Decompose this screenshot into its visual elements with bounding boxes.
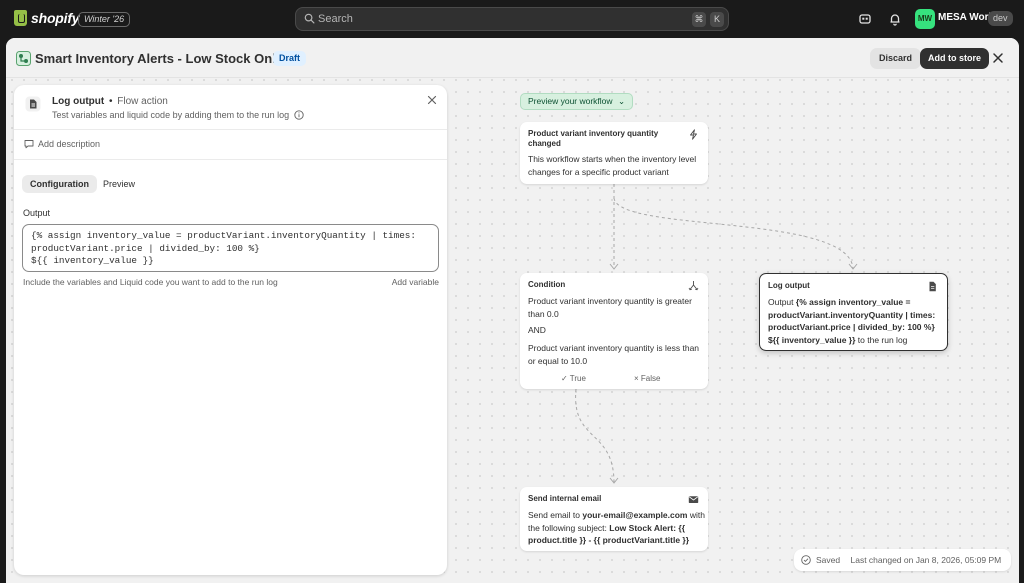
divider	[14, 129, 447, 130]
preview-workflow-button[interactable]: Preview your workflow ⌄	[520, 93, 634, 110]
condition-rule-2: Product variant inventory quantity is le…	[528, 343, 700, 366]
flow-editor: Smart Inventory Alerts - Low Stock Only …	[6, 38, 1019, 583]
condition-node[interactable]: Condition Product variant inventory quan…	[520, 273, 708, 389]
email-pre: Send email to	[528, 510, 580, 520]
email-address: your-email@example.com	[582, 510, 688, 520]
trigger-node[interactable]: Product variant inventory quantity chang…	[520, 122, 708, 184]
preview-workflow-label: Preview your workflow	[528, 96, 613, 106]
tab-preview[interactable]: Preview	[95, 175, 143, 193]
output-help-text: Include the variables and Liquid code yo…	[23, 277, 278, 287]
editor-header: Smart Inventory Alerts - Low Stock Only …	[6, 38, 1019, 78]
info-icon[interactable]	[294, 110, 304, 120]
dev-badge: dev	[988, 11, 1013, 26]
status-badge: Draft	[273, 51, 307, 66]
shortcut-key-k: K	[710, 12, 724, 27]
edition-badge: Winter '26	[78, 12, 131, 27]
divider	[14, 159, 447, 160]
document-icon	[929, 281, 936, 292]
add-description-label: Add description	[38, 139, 101, 149]
action-name: Log output	[52, 96, 105, 107]
log-node-title: Log output	[768, 281, 810, 290]
panel-subtitle-text: Test variables and liquid code by adding…	[52, 110, 290, 120]
sidekick-icon[interactable]	[858, 12, 872, 26]
email-node-title: Send internal email	[528, 494, 602, 503]
search-icon	[304, 13, 315, 24]
save-status-bar: Saved Last changed on Jan 8, 2026, 05:09…	[794, 549, 1012, 571]
shopify-logo[interactable]: shopify	[14, 10, 80, 26]
log-node-code: {% assign inventory_value = productVaria…	[768, 297, 936, 345]
chevron-down-icon: ⌄	[617, 96, 626, 106]
avatar[interactable]: MW	[915, 9, 935, 29]
condition-joiner: AND	[528, 325, 546, 335]
add-to-store-button[interactable]: Add to store	[920, 48, 989, 69]
discard-button[interactable]: Discard	[870, 48, 922, 69]
action-type: Flow action	[117, 96, 168, 107]
lightning-icon	[690, 129, 697, 140]
output-label: Output	[23, 208, 51, 218]
check-icon: ✓	[561, 374, 568, 383]
page-title: Smart Inventory Alerts - Low Stock Only	[35, 51, 284, 66]
log-output-node[interactable]: Log output Output {% assign inventory_va…	[759, 273, 948, 351]
document-icon	[25, 96, 41, 112]
flow-app-icon	[16, 51, 31, 66]
email-node-description: Send email to your-email@example.com wit…	[528, 509, 706, 547]
action-config-panel: Log output • Flow action Test variables …	[14, 85, 447, 575]
top-bar: shopify Winter '26 Search ⌘ K MW MESA Wo…	[0, 0, 1024, 38]
trigger-title: Product variant inventory quantity chang…	[528, 129, 659, 148]
tab-configuration[interactable]: Configuration	[22, 175, 97, 193]
bell-icon[interactable]	[888, 12, 902, 26]
add-variable-button[interactable]: Add variable	[392, 277, 439, 287]
log-node-suffix: to the run log	[857, 334, 908, 345]
false-label: False	[640, 374, 661, 383]
close-icon[interactable]	[992, 52, 1004, 64]
close-panel-icon[interactable]	[427, 95, 437, 105]
check-circle-icon	[801, 555, 811, 565]
true-label: True	[569, 374, 586, 383]
mail-icon	[688, 496, 699, 503]
add-description-button[interactable]: Add description	[24, 139, 100, 149]
panel-title: Log output • Flow action	[52, 96, 168, 107]
shortcut-key-cmd: ⌘	[692, 12, 706, 27]
condition-rule-1: Product variant inventory quantity is gr…	[528, 296, 692, 319]
log-node-description: Output {% assign inventory_value = produ…	[768, 296, 944, 346]
trigger-description: This workflow starts when the inventory …	[528, 154, 697, 177]
search-input[interactable]: Search ⌘ K	[295, 7, 729, 31]
output-code-field[interactable]: {% assign inventory_value = productVaria…	[22, 224, 439, 272]
search-placeholder: Search	[318, 13, 353, 25]
saved-label: Saved	[816, 555, 841, 565]
last-changed-text: Last changed on Jan 8, 2026, 05:09 PM	[850, 555, 1002, 565]
condition-title: Condition	[528, 280, 566, 289]
true-branch-label[interactable]: ✓ True	[561, 374, 586, 383]
panel-subtitle: Test variables and liquid code by adding…	[52, 110, 304, 120]
brand-name: shopify	[31, 10, 80, 26]
shopify-bag-icon	[14, 10, 27, 26]
false-branch-label[interactable]: × False	[634, 374, 660, 383]
x-icon: ×	[634, 374, 639, 383]
send-email-node[interactable]: Send internal email Send email to your-e…	[520, 487, 708, 551]
comment-icon	[24, 140, 34, 149]
branch-icon	[688, 281, 699, 291]
title-separator: •	[108, 96, 113, 107]
log-node-prefix: Output	[768, 297, 794, 307]
